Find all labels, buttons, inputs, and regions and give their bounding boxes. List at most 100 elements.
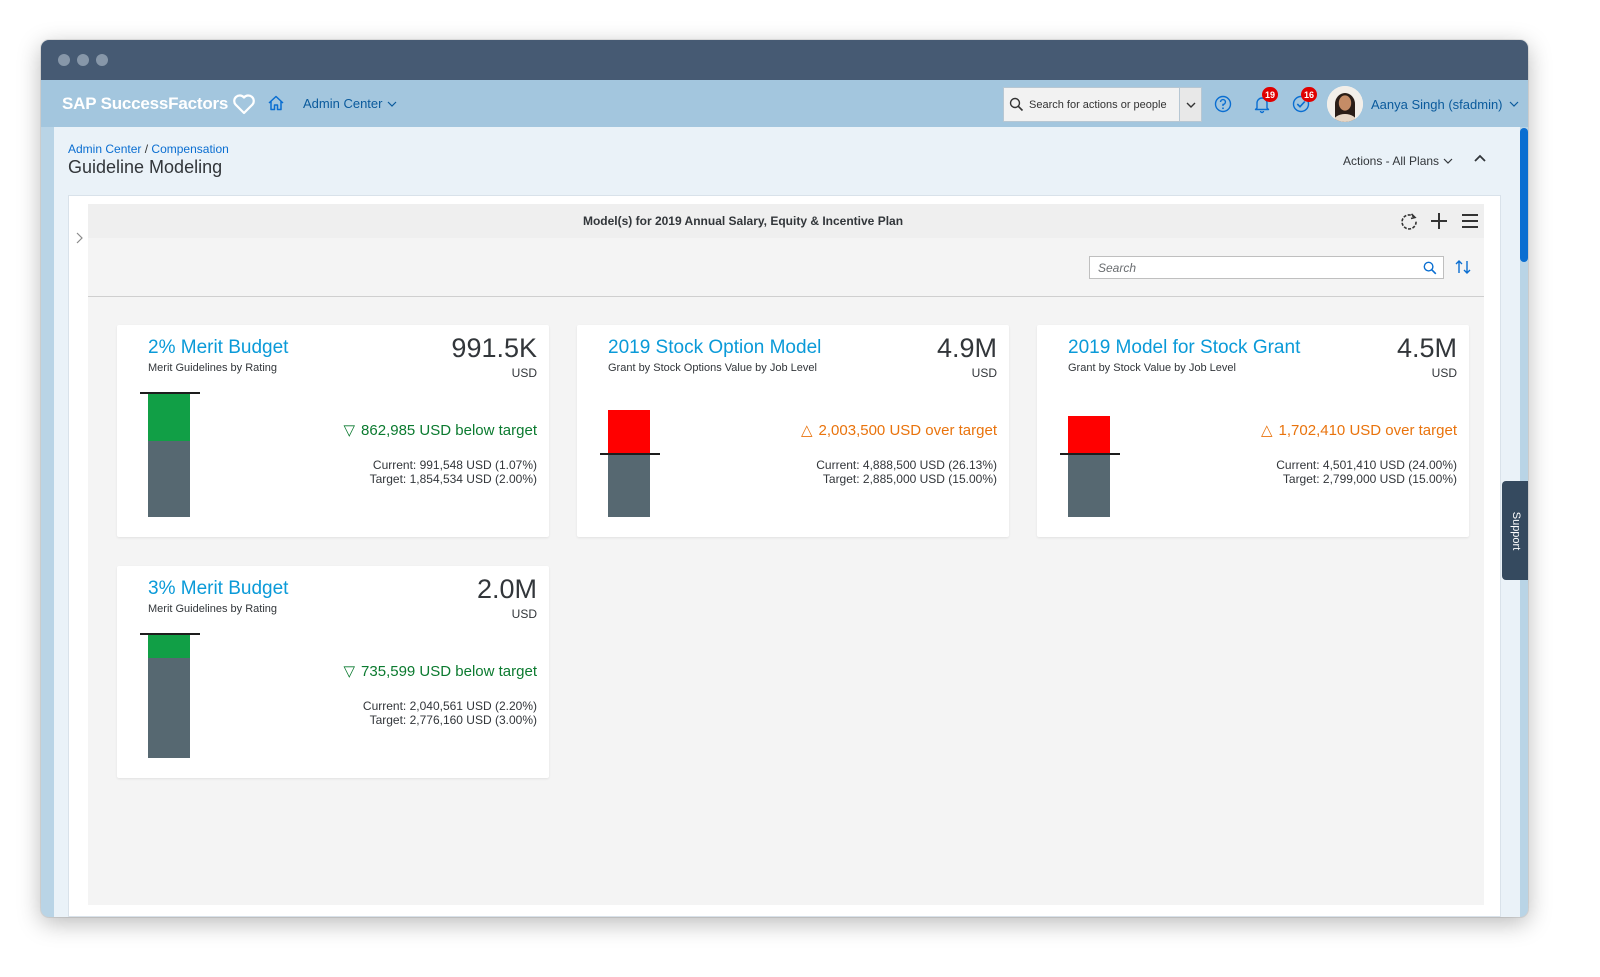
- card-title[interactable]: 2019 Stock Option Model: [608, 337, 821, 359]
- search-icon: [1423, 261, 1437, 274]
- breadcrumb-compensation[interactable]: Compensation: [151, 142, 228, 156]
- card-target: Target: 2,799,000 USD (15.00%): [1282, 472, 1457, 486]
- card-current: Current: 4,501,410 USD (24.00%): [1276, 458, 1457, 472]
- card-subtitle: Merit Guidelines by Rating: [148, 362, 278, 374]
- model-search-input[interactable]: Search: [1090, 261, 1417, 275]
- model-card[interactable]: 2019 Stock Option Model Grant by Stock O…: [577, 325, 1009, 537]
- page-title: Guideline Modeling: [68, 157, 223, 177]
- card-value: 991.5K: [451, 333, 537, 363]
- user-name: Aanya Singh (sfadmin): [1371, 97, 1519, 112]
- scrollbar[interactable]: [1520, 128, 1528, 262]
- add-icon[interactable]: [1429, 211, 1449, 231]
- target-value-bar: [1068, 454, 1110, 517]
- card-unit: USD: [511, 607, 537, 621]
- help-icon[interactable]: [1213, 94, 1233, 114]
- card-value: 2.0M: [476, 574, 537, 604]
- search-icon: [1009, 97, 1024, 112]
- admin-center-menu[interactable]: Admin Center: [303, 96, 397, 111]
- gap-to-target-bar: [148, 635, 190, 658]
- minimize-window-button[interactable]: [77, 54, 89, 66]
- maximize-window-button[interactable]: [96, 54, 108, 66]
- todo-button[interactable]: 16: [1291, 87, 1318, 114]
- chevron-down-icon: [1443, 158, 1453, 164]
- card-detail: Current: 4,501,410 USD (24.00%) Target: …: [1276, 458, 1457, 486]
- over-target-bar: [1068, 416, 1110, 454]
- refresh-icon[interactable]: [1399, 211, 1419, 231]
- down-triangle-icon: ▽: [343, 422, 356, 439]
- down-triangle-icon: ▽: [343, 663, 356, 680]
- support-label: Support: [1509, 511, 1522, 550]
- chevron-down-icon: [1509, 101, 1518, 107]
- actions-menu[interactable]: Actions - All Plans: [1343, 154, 1453, 168]
- user-menu[interactable]: Aanya Singh (sfadmin): [1327, 86, 1519, 122]
- support-tab[interactable]: Support: [1502, 481, 1528, 580]
- card-status-text: 862,985 USD below target: [361, 421, 537, 439]
- todo-count-badge: 16: [1301, 87, 1318, 102]
- menu-icon[interactable]: [1460, 211, 1480, 231]
- browser-window: SAP SuccessFactors Admin Center Search f…: [41, 40, 1528, 917]
- home-icon[interactable]: [267, 94, 285, 112]
- target-marker: [140, 392, 200, 394]
- gap-to-target-bar: [148, 394, 190, 441]
- model-card[interactable]: 2% Merit Budget Merit Guidelines by Rati…: [117, 325, 549, 537]
- notifications-button[interactable]: 19: [1252, 87, 1279, 114]
- bullet-chart: [600, 385, 660, 517]
- target-marker: [1060, 453, 1120, 455]
- chevron-down-icon: [388, 101, 397, 107]
- global-search-input[interactable]: Search for actions or people: [1029, 99, 1179, 111]
- content-frame: Model(s) for 2019 Annual Salary, Equity …: [68, 195, 1501, 917]
- card-status: △ 1,702,410 USD over target: [1261, 421, 1457, 440]
- collapse-header-button[interactable]: [1473, 153, 1487, 163]
- breadcrumb: Admin Center / Compensation: [68, 142, 229, 156]
- brand-logo[interactable]: SAP SuccessFactors: [62, 93, 256, 115]
- card-current: Current: 2,040,561 USD (2.20%): [362, 699, 537, 713]
- card-unit: USD: [511, 366, 537, 380]
- card-status-text: 2,003,500 USD over target: [818, 421, 997, 439]
- current-value-bar: [148, 441, 190, 517]
- panel-header: Model(s) for 2019 Annual Salary, Equity …: [88, 204, 1484, 238]
- model-search[interactable]: Search: [1089, 256, 1444, 279]
- card-title[interactable]: 2019 Model for Stock Grant: [1068, 337, 1300, 359]
- global-search[interactable]: Search for actions or people: [1003, 87, 1202, 122]
- panel-title: Model(s) for 2019 Annual Salary, Equity …: [582, 214, 904, 228]
- card-target: Target: 2,885,000 USD (15.00%): [822, 472, 997, 486]
- warning-triangle-icon: △: [801, 422, 813, 439]
- card-current: Current: 4,888,500 USD (26.13%): [816, 458, 997, 472]
- card-status: △ 2,003,500 USD over target: [801, 421, 997, 440]
- card-title[interactable]: 2% Merit Budget: [148, 337, 288, 359]
- breadcrumb-admin-center[interactable]: Admin Center: [68, 142, 141, 156]
- card-value: 4.9M: [936, 333, 997, 363]
- heart-icon: [233, 94, 256, 115]
- target-value-bar: [608, 454, 650, 517]
- card-status: ▽ 862,985 USD below target: [343, 421, 538, 440]
- panel-divider: [88, 296, 1484, 297]
- model-search-button[interactable]: [1417, 261, 1443, 275]
- current-value-bar: [148, 658, 190, 758]
- card-status-text: 1,702,410 USD over target: [1278, 421, 1457, 439]
- bullet-chart: [140, 385, 200, 517]
- model-card[interactable]: 3% Merit Budget Merit Guidelines by Rati…: [117, 566, 549, 778]
- sort-icon[interactable]: [1454, 258, 1472, 276]
- card-target: Target: 1,854,534 USD (2.00%): [369, 472, 537, 486]
- card-title[interactable]: 3% Merit Budget: [148, 578, 288, 600]
- shell-bar: SAP SuccessFactors Admin Center Search f…: [41, 80, 1528, 127]
- avatar: [1327, 86, 1363, 122]
- window-titlebar: [41, 40, 1528, 80]
- card-subtitle: Grant by Stock Value by Job Level: [1068, 362, 1236, 374]
- page-content: Admin Center / Compensation Guideline Mo…: [54, 127, 1520, 917]
- card-status-text: 735,599 USD below target: [361, 662, 537, 680]
- card-subtitle: Grant by Stock Options Value by Job Leve…: [608, 362, 817, 374]
- target-marker: [140, 633, 200, 635]
- card-detail: Current: 2,040,561 USD (2.20%) Target: 2…: [363, 699, 537, 727]
- notifications-count-badge: 19: [1262, 87, 1279, 102]
- search-scope-dropdown[interactable]: [1179, 88, 1201, 121]
- actions-menu-label: Actions - All Plans: [1343, 154, 1440, 168]
- model-card[interactable]: 2019 Model for Stock Grant Grant by Stoc…: [1037, 325, 1469, 537]
- card-subtitle: Merit Guidelines by Rating: [148, 603, 278, 615]
- chevron-right-icon[interactable]: [75, 232, 83, 244]
- close-window-button[interactable]: [58, 54, 70, 66]
- breadcrumb-separator: /: [144, 142, 149, 156]
- user-name-label: Aanya Singh (sfadmin): [1371, 96, 1503, 112]
- admin-center-label: Admin Center: [303, 96, 383, 111]
- card-value: 4.5M: [1396, 333, 1457, 363]
